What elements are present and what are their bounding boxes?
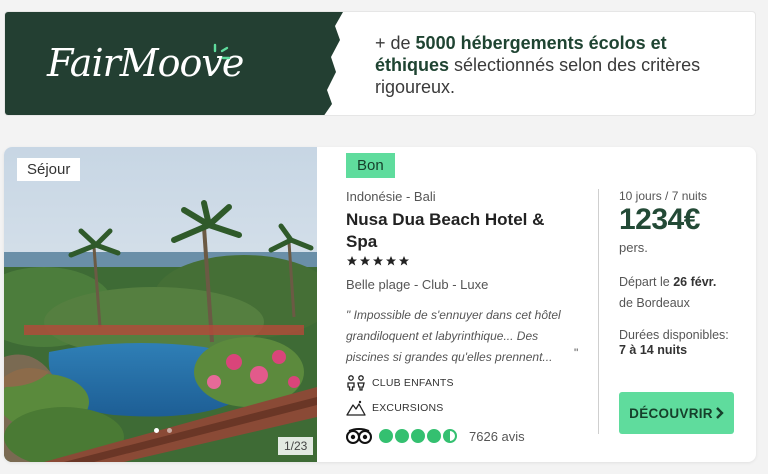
amenity-label: EXCURSIONS — [372, 402, 444, 414]
available-durations: Durées disponibles: 7 à 14 nuits — [619, 328, 744, 358]
banner-tagline: + de 5000 hébergements écolos et éthique… — [375, 32, 745, 98]
tripadvisor-icon — [346, 428, 372, 444]
departure-city: de Bordeaux — [619, 296, 690, 310]
quote-close: " — [574, 346, 579, 360]
review-quote: " Impossible de s'ennuyer dans cet hôtel… — [346, 308, 561, 364]
carousel-dots[interactable] — [154, 428, 172, 433]
departure-date: 26 févr. — [673, 275, 717, 289]
price-unit: pers. — [619, 240, 648, 255]
rating-bubble — [411, 429, 425, 443]
review-count: 7626 avis — [469, 428, 525, 444]
hotel-name[interactable]: Nusa Dua Beach Hotel & Spa — [346, 209, 576, 253]
mountain-icon — [346, 400, 366, 416]
durations-value: 7 à 14 nuits — [619, 343, 688, 357]
photo-counter: 1/23 — [278, 437, 314, 455]
promo-banner: FairMoove + de 5000 hébergements écolos … — [4, 11, 756, 116]
trip-type-tag: Séjour — [17, 158, 81, 181]
discover-button[interactable]: DÉCOUVRIR — [619, 392, 734, 434]
spark-icon — [213, 43, 231, 60]
hotel-features: Belle plage - Club - Luxe — [346, 277, 489, 292]
star-icon — [399, 256, 409, 266]
tripadvisor-rating[interactable]: 7626 avis — [346, 428, 525, 444]
star-rating — [346, 255, 410, 267]
price: 1234€ — [619, 203, 700, 236]
hotel-card[interactable]: Séjour 1/23 Bon Indonésie - Bali Nusa Du… — [4, 147, 756, 462]
carousel-dot[interactable] — [167, 428, 172, 433]
rating-badge: Bon — [346, 153, 395, 178]
rating-bubble — [395, 429, 409, 443]
discover-label: DÉCOUVRIR — [629, 405, 713, 421]
rating-bubbles — [379, 429, 457, 443]
star-icon — [373, 256, 383, 266]
children-icon — [347, 375, 365, 391]
rating-bubble-half — [443, 429, 457, 443]
tagline-prefix: + de — [375, 33, 416, 53]
carousel-dot[interactable] — [154, 428, 159, 433]
hotel-photo[interactable]: Séjour 1/23 — [4, 147, 317, 462]
star-icon — [347, 256, 357, 266]
price-column: 10 jours / 7 nuits 1234€ pers. Départ le… — [619, 147, 749, 462]
durations-label: Durées disponibles: — [619, 328, 729, 342]
star-icon — [360, 256, 370, 266]
departure-info: Départ le 26 févr. de Bordeaux — [619, 272, 744, 314]
amenity-label: CLUB ENFANTS — [372, 377, 454, 389]
hotel-info: Bon Indonésie - Bali Nusa Dua Beach Hote… — [346, 147, 586, 462]
rating-bubble — [427, 429, 441, 443]
trip-duration: 10 jours / 7 nuits — [619, 189, 708, 203]
hotel-location: Indonésie - Bali — [346, 189, 436, 204]
divider — [598, 189, 599, 434]
star-icon — [386, 256, 396, 266]
logo-area: FairMoove — [5, 12, 350, 115]
rating-bubble — [379, 429, 393, 443]
amenity-club-enfants: CLUB ENFANTS — [346, 375, 454, 391]
departure-prefix: Départ le — [619, 275, 674, 289]
chevron-right-icon — [716, 407, 724, 419]
amenity-excursions: EXCURSIONS — [346, 400, 443, 416]
hotel-photo-image — [4, 147, 317, 462]
